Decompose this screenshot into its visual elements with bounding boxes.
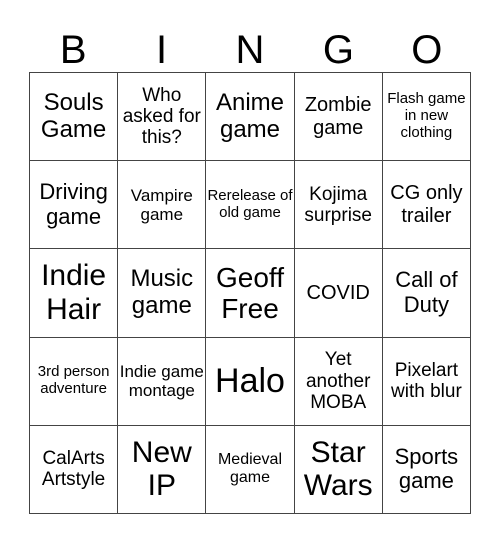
header-letter-b: B xyxy=(59,28,87,72)
bingo-cell[interactable]: Zombie game xyxy=(294,73,383,162)
bingo-cell[interactable]: Music game xyxy=(118,249,207,338)
header-letter-n: N xyxy=(235,28,265,72)
bingo-cell[interactable]: Yet another MOBA xyxy=(294,337,383,426)
bingo-cell[interactable]: Anime game xyxy=(206,73,295,162)
header-letter-g: G xyxy=(322,28,354,72)
bingo-cell[interactable]: Medieval game xyxy=(206,425,295,514)
bingo-header: B I N G O xyxy=(29,28,471,72)
bingo-cell[interactable]: Rerelease of old game xyxy=(206,161,295,250)
bingo-cell[interactable]: CalArts Artstyle xyxy=(30,425,119,514)
bingo-cell[interactable]: Who asked for this? xyxy=(118,73,207,162)
bingo-grid: Souls Game Who asked for this? Anime gam… xyxy=(29,72,471,514)
bingo-cell[interactable]: Halo xyxy=(206,337,295,426)
bingo-cell[interactable]: Kojima surprise xyxy=(294,161,383,250)
bingo-cell[interactable]: Souls Game xyxy=(30,73,119,162)
header-letter-o: O xyxy=(411,28,443,72)
bingo-cell[interactable]: Driving game xyxy=(30,161,119,250)
bingo-cell[interactable]: Sports game xyxy=(382,425,471,514)
bingo-cell[interactable]: 3rd person adventure xyxy=(30,337,119,426)
bingo-cell[interactable]: New IP xyxy=(118,425,207,514)
bingo-cell[interactable]: Vampire game xyxy=(118,161,207,250)
bingo-cell[interactable]: Indie game montage xyxy=(118,337,207,426)
bingo-cell[interactable]: Flash game in new clothing xyxy=(382,73,471,162)
bingo-cell[interactable]: Indie Hair xyxy=(30,249,119,338)
bingo-cell[interactable]: CG only trailer xyxy=(382,161,471,250)
bingo-cell[interactable]: Geoff Free xyxy=(206,249,295,338)
bingo-cell[interactable]: Star Wars xyxy=(294,425,383,514)
bingo-cell[interactable]: Pixelart with blur xyxy=(382,337,471,426)
bingo-cell[interactable]: COVID xyxy=(294,249,383,338)
header-letter-i: I xyxy=(156,28,168,72)
bingo-cell[interactable]: Call of Duty xyxy=(382,249,471,338)
